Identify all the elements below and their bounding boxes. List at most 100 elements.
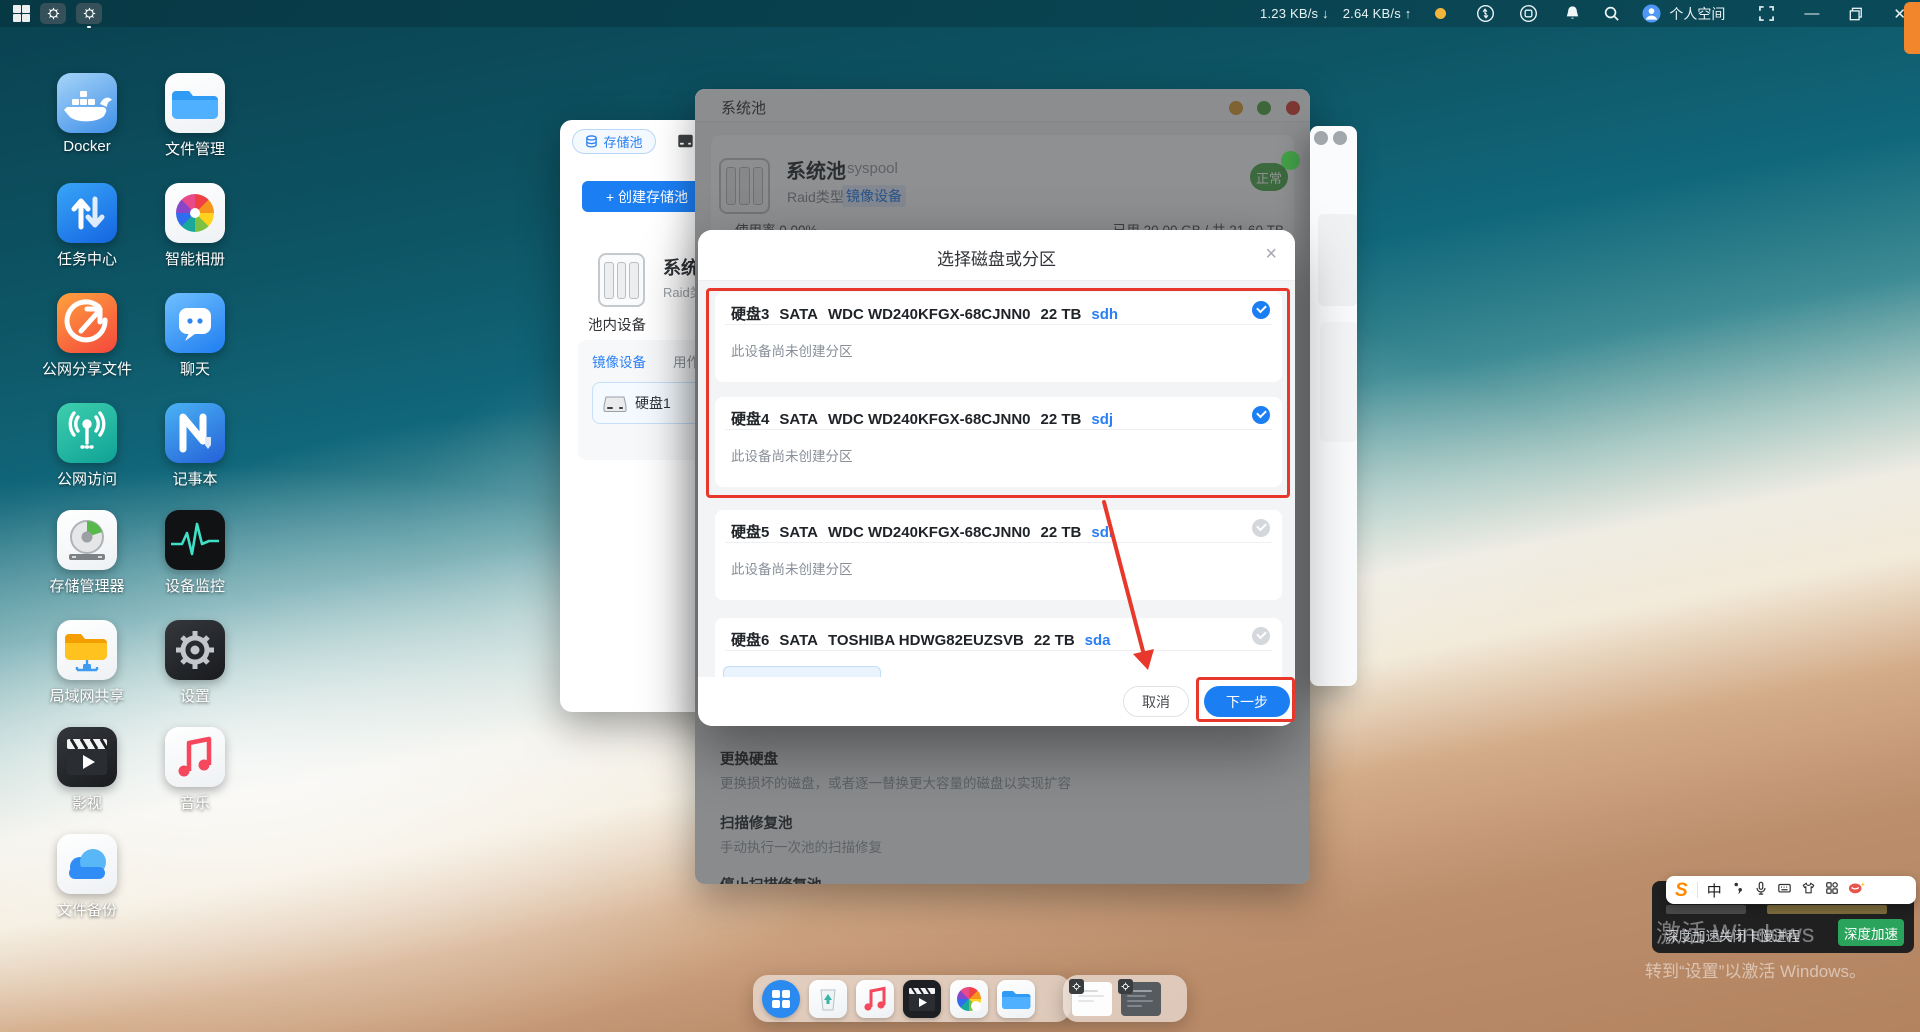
icon-label: 设置 — [147, 685, 243, 706]
create-pool-button[interactable]: + 创建存储池 — [582, 181, 712, 212]
desktop-icon-notes[interactable]: 记事本 — [147, 403, 243, 489]
antenna-icon — [57, 403, 117, 463]
screen-record-icon[interactable] — [1519, 4, 1538, 23]
notification-bell-icon[interactable] — [1564, 5, 1581, 22]
transfer-circle-icon[interactable] — [1476, 4, 1495, 23]
network-download-speed: 1.23 KB/s ↓ — [1260, 6, 1329, 21]
desktop-icon-device-monitor[interactable]: 设备监控 — [147, 510, 243, 596]
microphone-icon[interactable] — [1754, 881, 1768, 900]
close-icon[interactable]: × — [1265, 242, 1277, 266]
divider — [725, 324, 1272, 325]
traffic-light-disabled — [1314, 131, 1328, 145]
disk-title: 硬盘5SATAWDC WD240KFGX-68CJNN022 TBsdi — [731, 521, 1232, 542]
next-button[interactable]: 下一步 — [1204, 686, 1290, 717]
dock-launcher-icon[interactable] — [762, 980, 800, 1018]
desktop-icon-music[interactable]: 音乐 — [147, 727, 243, 813]
network-upload-speed: 2.64 KB/s ↑ — [1343, 6, 1412, 21]
obscured-text-fragment — [1666, 905, 1746, 914]
minimized-window-thumbnail-light[interactable] — [1072, 982, 1112, 1016]
background-window-edge[interactable] — [1310, 126, 1357, 686]
desktop-icon-lan-share[interactable]: 局域网共享 — [39, 620, 135, 706]
divider — [725, 429, 1272, 430]
disk-model: WDC WD240KFGX-68CJNN0 — [828, 306, 1031, 323]
mirror-device-link[interactable]: 镜像设备 — [592, 351, 646, 371]
minimize-button[interactable]: — — [1804, 5, 1819, 22]
disk-model: TOSHIBA HDWG82EUZSVB — [828, 632, 1024, 649]
desktop-icon-docker[interactable]: Docker — [39, 73, 135, 155]
desktop-icon-file-backup[interactable]: 文件备份 — [39, 834, 135, 920]
icon-label: 记事本 — [147, 468, 243, 489]
corner-notification-fragment — [1904, 2, 1920, 54]
desktop-icon-video[interactable]: 影视 — [39, 727, 135, 813]
fullscreen-icon[interactable] — [1759, 6, 1774, 21]
disk-name: 硬盘6 — [731, 632, 769, 649]
disk-device: sdi — [1091, 524, 1113, 541]
punctuation-icon[interactable] — [1731, 881, 1745, 900]
disk-size: 22 TB — [1041, 306, 1082, 323]
desktop-icon-public-share[interactable]: 公网分享文件 — [39, 293, 135, 379]
disk-title: 硬盘6SATATOSHIBA HDWG82EUZSVB22 TBsda — [731, 629, 1232, 650]
minimized-window-thumbnail-dark[interactable] — [1121, 982, 1161, 1016]
pool-devices-section: 池内设备 — [588, 314, 646, 335]
hdd-icon — [603, 393, 627, 413]
windows-watermark-line1: 激活 Windows — [1656, 914, 1814, 950]
gear-icon — [165, 620, 225, 680]
status-dot-icon[interactable] — [1435, 8, 1446, 19]
checkbox-unselected-icon[interactable] — [1252, 519, 1270, 537]
obscured-link-fragment — [1767, 905, 1887, 914]
user-space-label[interactable]: 个人空间 — [1669, 4, 1725, 24]
toolbox-grid-icon[interactable] — [1825, 881, 1839, 900]
cancel-button[interactable]: 取消 — [1123, 686, 1189, 717]
skin-shirt-icon[interactable] — [1801, 881, 1816, 900]
icon-label: 公网访问 — [39, 468, 135, 489]
disk-model: WDC WD240KFGX-68CJNN0 — [828, 524, 1031, 541]
windows-watermark-line2: 转到“设置”以激活 Windows。 — [1645, 957, 1866, 982]
icon-label: 影视 — [39, 792, 135, 813]
search-icon[interactable] — [1603, 5, 1620, 22]
dock-folder-icon[interactable] — [997, 980, 1035, 1018]
desktop-icon-public-access[interactable]: 公网访问 — [39, 403, 135, 489]
pool-card-icon — [598, 253, 645, 307]
disk-row-3[interactable]: 硬盘3SATAWDC WD240KFGX-68CJNN022 TBsdh 此设备… — [715, 292, 1282, 382]
disk-pie-icon — [57, 510, 117, 570]
disk-desc: 此设备尚未创建分区 — [731, 340, 853, 360]
input-mode-toggle[interactable]: 中 — [1707, 880, 1722, 901]
dock-video-icon[interactable] — [903, 980, 941, 1018]
sogou-input-toolbar: S 中 — [1666, 876, 1916, 904]
launcher-grid-icon[interactable] — [13, 5, 30, 22]
dock-photos-icon[interactable] — [950, 980, 988, 1018]
disk-name: 硬盘4 — [731, 411, 769, 428]
checkbox-selected-icon[interactable] — [1252, 406, 1270, 424]
dock-music-icon[interactable] — [856, 980, 894, 1018]
desktop-icon-photos[interactable]: 智能相册 — [147, 183, 243, 269]
disk-tab-icon[interactable] — [676, 132, 695, 155]
avatar[interactable] — [1642, 4, 1661, 23]
sogou-logo-icon[interactable]: S — [1675, 881, 1688, 900]
checkbox-selected-icon[interactable] — [1252, 301, 1270, 319]
running-app-icon-1[interactable] — [40, 3, 66, 24]
disk-desc: 此设备尚未创建分区 — [731, 558, 853, 578]
tab-storage-pool[interactable]: 存储池 — [572, 129, 656, 154]
modal-title: 选择磁盘或分区 — [698, 245, 1295, 270]
lan-folder-icon — [57, 620, 117, 680]
dock-trash-icon[interactable] — [809, 980, 847, 1018]
checkbox-unselected-icon[interactable] — [1252, 627, 1270, 645]
emoji-promo-icon[interactable] — [1848, 880, 1866, 900]
desktop-icon-task-center[interactable]: 任务中心 — [39, 183, 135, 269]
disk-row-4[interactable]: 硬盘4SATAWDC WD240KFGX-68CJNN022 TBsdj 此设备… — [715, 397, 1282, 487]
icon-label: 设备监控 — [147, 575, 243, 596]
desktop-icon-storage-manager[interactable]: 存储管理器 — [39, 510, 135, 596]
running-app-icon-2[interactable] — [76, 3, 102, 24]
disk-row-5[interactable]: 硬盘5SATAWDC WD240KFGX-68CJNN022 TBsdi 此设备… — [715, 510, 1282, 600]
disk-bus: SATA — [779, 524, 818, 541]
tab-label: 存储池 — [603, 132, 642, 151]
desktop-icon-file-manager[interactable]: 文件管理 — [147, 73, 243, 159]
desktop-icon-settings[interactable]: 设置 — [147, 620, 243, 706]
disk-size: 22 TB — [1041, 524, 1082, 541]
accelerate-button[interactable]: 深度加速 — [1838, 919, 1904, 946]
gear-icon — [83, 7, 96, 20]
disk-device: sda — [1085, 632, 1111, 649]
desktop-icon-chat[interactable]: 聊天 — [147, 293, 243, 379]
keyboard-icon[interactable] — [1777, 881, 1792, 900]
restore-button[interactable] — [1849, 7, 1863, 21]
